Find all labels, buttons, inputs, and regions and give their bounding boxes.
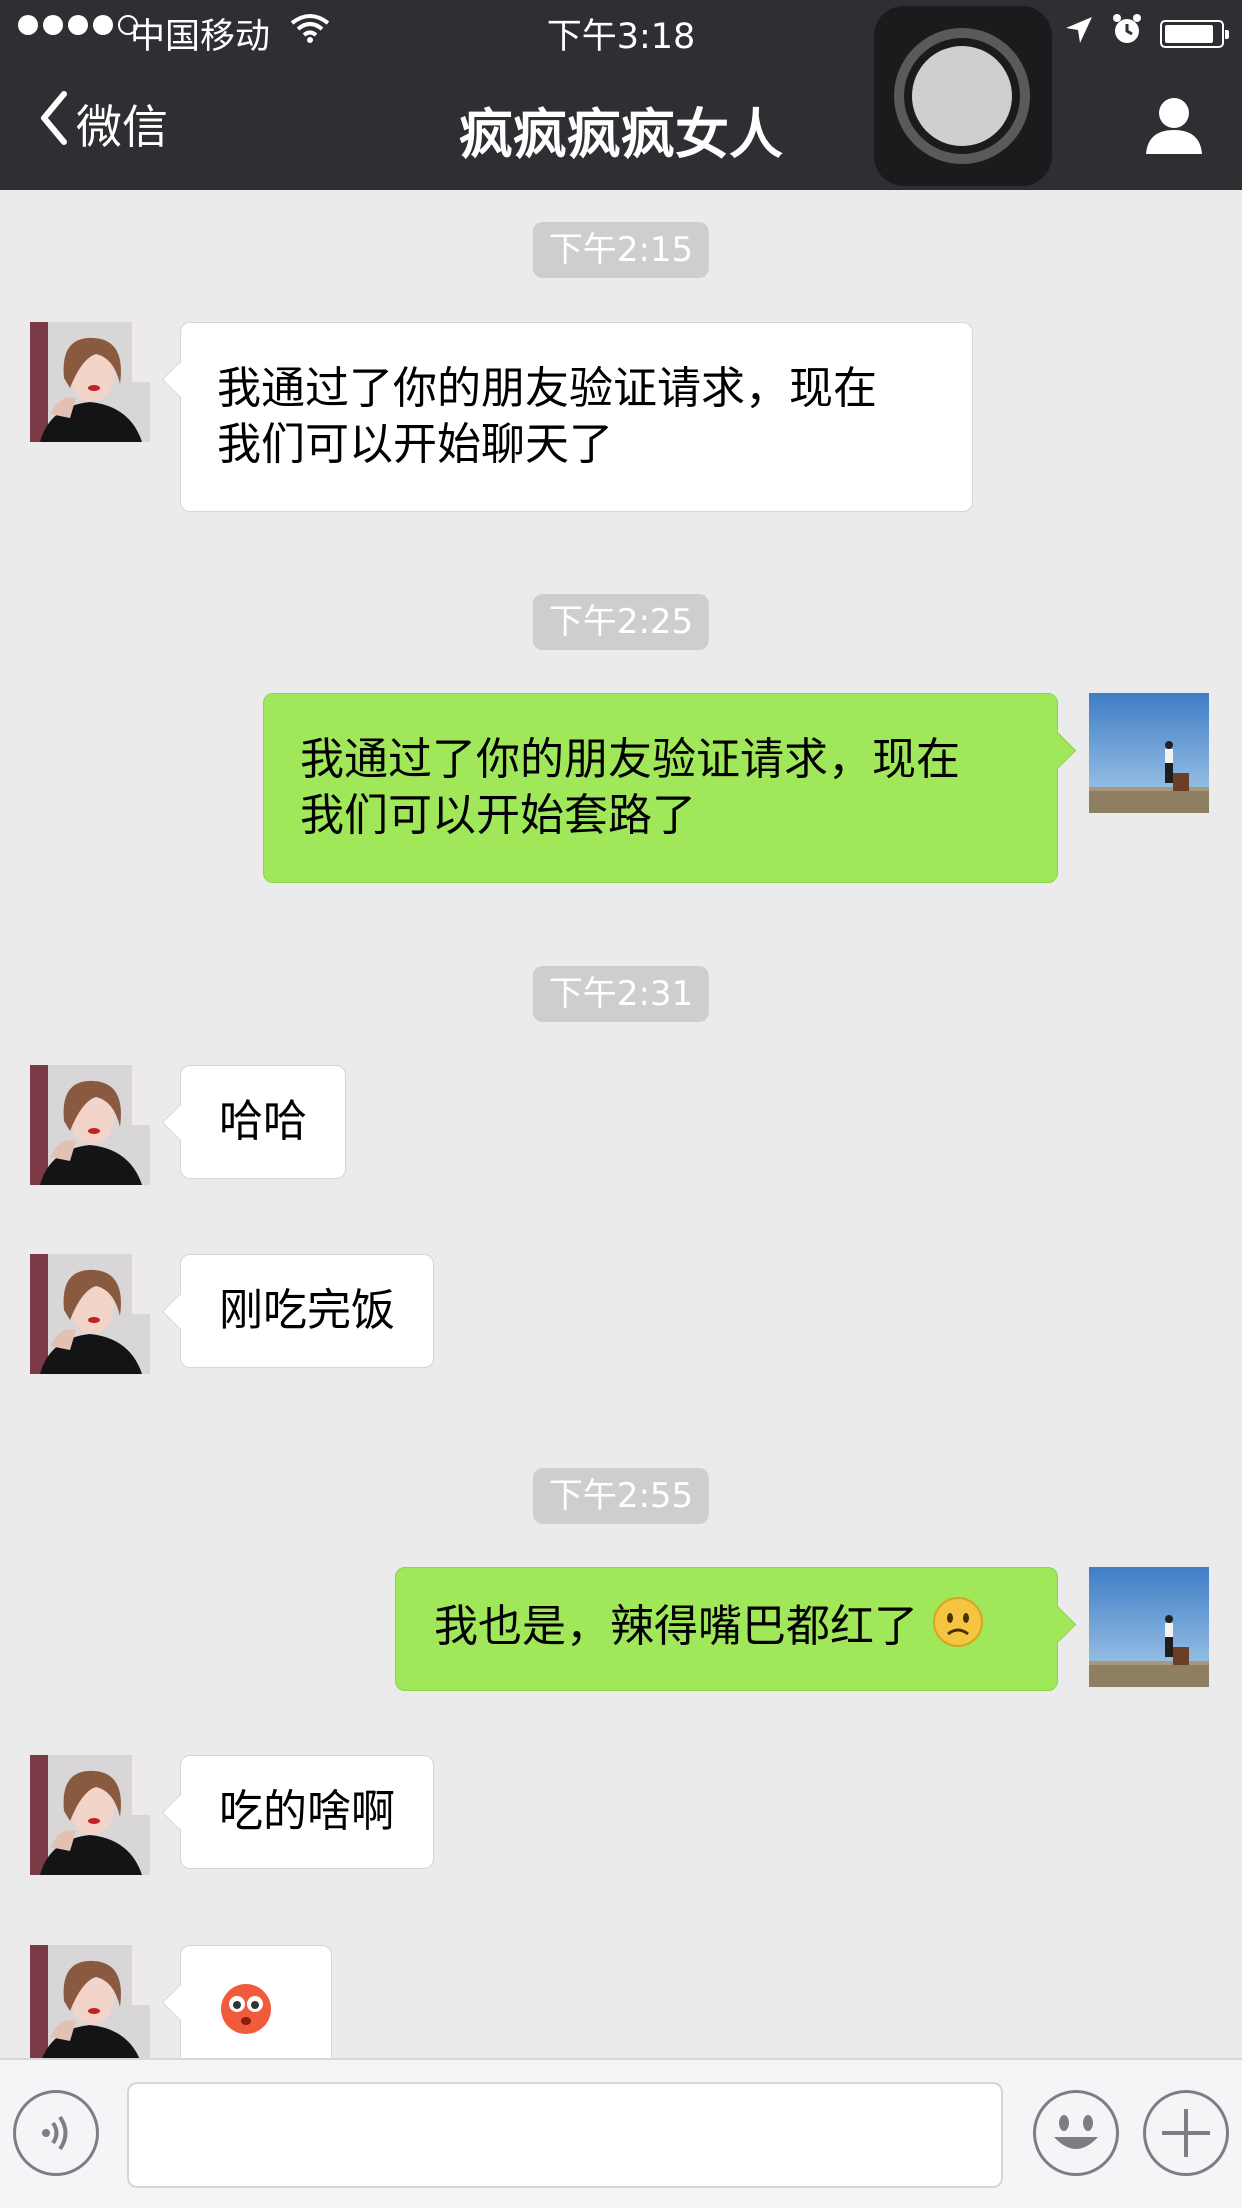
message-bubble-incoming[interactable]: 我通过了你的朋友验证请求，现在 我们可以开始聊天了 [180, 322, 973, 512]
frown-emoji-icon [932, 1596, 984, 1662]
status-bar: 中国移动 下午3:18 [0, 0, 1242, 60]
emoji-button[interactable] [1033, 2090, 1119, 2176]
message-bubble-incoming[interactable]: 刚吃完饭 [180, 1254, 434, 1368]
battery-icon [1160, 19, 1229, 48]
message-bubble-incoming[interactable] [180, 1945, 332, 2058]
message-text: 哈哈 [219, 1096, 307, 1147]
message-bubble-incoming[interactable]: 吃的啥啊 [180, 1755, 434, 1869]
alarm-icon [1110, 12, 1144, 55]
contact-avatar[interactable] [30, 1755, 150, 1875]
message-bubble-outgoing[interactable]: 我通过了你的朋友验证请求，现在 我们可以开始套路了 [263, 693, 1058, 883]
my-avatar[interactable] [1089, 693, 1209, 813]
message-text: 刚吃完饭 [219, 1285, 395, 1336]
contact-avatar[interactable] [30, 1254, 150, 1374]
message-input[interactable] [127, 2082, 1003, 2188]
message-text: 我也是，辣得嘴巴都红了 [434, 1601, 918, 1652]
timestamp: 下午2:31 [532, 966, 710, 1022]
my-avatar[interactable] [1089, 1567, 1209, 1687]
timestamp: 下午2:15 [532, 222, 710, 278]
input-bar [0, 2058, 1242, 2208]
message-line: 我通过了你的朋友验证请求，现在 [300, 734, 960, 785]
contact-avatar[interactable] [30, 322, 150, 442]
assistive-touch-button[interactable] [874, 6, 1052, 186]
voice-button[interactable] [13, 2090, 99, 2176]
timestamp: 下午2:55 [532, 1468, 710, 1524]
message-line: 我们可以开始套路了 [300, 790, 696, 841]
message-line: 我们可以开始聊天了 [217, 419, 613, 470]
message-bubble-outgoing[interactable]: 我也是，辣得嘴巴都红了 [395, 1567, 1058, 1691]
profile-button[interactable] [1144, 96, 1204, 158]
nav-bar: 微信 疯疯疯疯女人 [0, 60, 1242, 190]
message-text: 吃的啥啊 [219, 1786, 395, 1837]
chat-area[interactable]: 下午2:15 我通过了你的朋友验证请求，现在 我们可以开始聊天了 下午2:25 … [0, 190, 1242, 2058]
chat-title: 疯疯疯疯女人 [459, 103, 783, 166]
location-arrow-icon [1064, 14, 1094, 54]
blush-emoji-icon [219, 1982, 273, 2050]
contact-avatar[interactable] [30, 1945, 150, 2058]
timestamp: 下午2:25 [532, 594, 710, 650]
contact-avatar[interactable] [30, 1065, 150, 1185]
message-bubble-incoming[interactable]: 哈哈 [180, 1065, 346, 1179]
top-bar: 中国移动 下午3:18 微信 疯疯疯疯女人 [0, 0, 1242, 190]
message-line: 我通过了你的朋友验证请求，现在 [217, 363, 877, 414]
person-icon [1144, 98, 1204, 158]
more-button[interactable] [1143, 2090, 1229, 2176]
